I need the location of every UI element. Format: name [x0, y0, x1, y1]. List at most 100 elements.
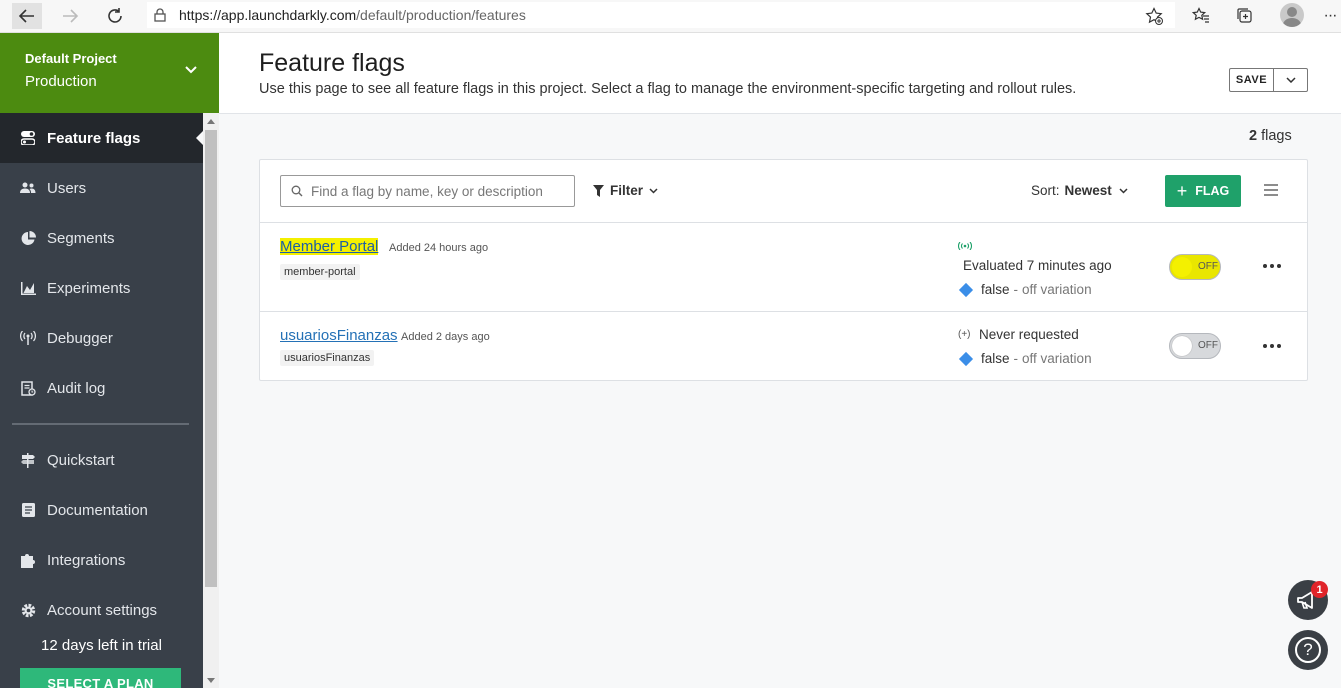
sidebar-item-label: Account settings: [47, 601, 158, 619]
page-description: Use this page to see all feature flags i…: [259, 81, 1077, 97]
save-options-button[interactable]: [1274, 69, 1307, 91]
toggle-knob: [1172, 336, 1192, 356]
sidebar-item-quickstart[interactable]: Quickstart: [0, 435, 203, 485]
page-header: Feature flags Use this page to see all f…: [219, 33, 1341, 114]
collections-icon[interactable]: [1233, 4, 1257, 28]
sidebar-item-label: Segments: [47, 229, 115, 247]
select-plan-button[interactable]: SELECT A PLAN: [20, 668, 181, 688]
sidebar-item-label: Integrations: [47, 551, 126, 569]
sidebar-item-account-settings[interactable]: Account settings: [0, 585, 203, 635]
flag-status: Evaluated 7 minutes ago: [963, 258, 1112, 273]
sidebar-scrollbar[interactable]: [203, 113, 219, 688]
flag-name-link[interactable]: Member Portal: [280, 238, 379, 255]
audit-log-icon: [20, 380, 36, 396]
help-icon: ?: [1295, 637, 1321, 663]
sidebar-item-label: Users: [47, 179, 87, 197]
sidebar-item-label: Debugger: [47, 329, 113, 347]
sidebar-item-debugger[interactable]: Debugger: [0, 313, 203, 363]
sidebar-item-users[interactable]: Users: [0, 163, 203, 213]
gear-icon: [20, 602, 36, 618]
flag-name-link[interactable]: usuariosFinanzas: [280, 327, 398, 344]
flag-row[interactable]: Member Portal Added 24 hours ago member-…: [260, 223, 1307, 312]
variation-separator: -: [1013, 282, 1019, 297]
more-options-icon[interactable]: ···: [1318, 4, 1341, 28]
search-input[interactable]: [311, 183, 561, 199]
flag-key: usuariosFinanzas: [280, 350, 375, 366]
chevron-down-icon: [185, 66, 197, 74]
flag-count-unit: flags: [1261, 128, 1292, 144]
flag-added-time: Added 2 days ago: [401, 331, 490, 343]
sidebar-item-experiments[interactable]: Experiments: [0, 263, 203, 313]
browser-toolbar: https://app.launchdarkly.com/default/pro…: [0, 0, 1341, 33]
never-requested-icon: (+): [958, 329, 971, 340]
variation-diamond-icon: [958, 351, 974, 366]
sidebar-item-audit-log[interactable]: Audit log: [0, 363, 203, 413]
profile-avatar[interactable]: [1280, 3, 1304, 27]
arrow-left-icon: [18, 9, 34, 23]
project-switcher[interactable]: Default Project Production: [0, 33, 219, 113]
help-button[interactable]: ?: [1288, 630, 1328, 670]
search-icon: [291, 185, 303, 197]
back-button[interactable]: [12, 3, 42, 29]
filter-label: Filter: [610, 183, 644, 198]
sidebar-divider: [12, 423, 189, 425]
filter-icon: [593, 184, 604, 197]
address-bar[interactable]: https://app.launchdarkly.com/default/pro…: [147, 2, 1175, 28]
notification-badge: 1: [1311, 581, 1328, 598]
variation-separator: -: [1013, 351, 1019, 366]
flag-toggle[interactable]: OFF: [1169, 254, 1221, 280]
signpost-icon: [20, 452, 36, 468]
trial-notice: 12 days left in trial: [41, 637, 162, 654]
scroll-down-arrow[interactable]: [207, 678, 215, 683]
search-box: [280, 175, 575, 207]
flag-more-options[interactable]: [1263, 264, 1281, 270]
scroll-up-arrow[interactable]: [207, 119, 215, 124]
variation-value: false: [981, 351, 1010, 366]
flags-panel: Filter Sort: Newest + FLAG Member Portal…: [259, 159, 1308, 381]
flag-row[interactable]: usuariosFinanzas Added 2 days ago usuari…: [260, 312, 1307, 380]
scroll-thumb[interactable]: [205, 130, 217, 587]
project-name: Default Project: [25, 51, 117, 66]
pie-chart-icon: [20, 230, 36, 246]
broadcast-icon: [20, 330, 36, 346]
flag-status: Never requested: [979, 327, 1079, 342]
list-view-menu-icon[interactable]: [1264, 184, 1278, 196]
plus-icon: +: [1176, 180, 1188, 201]
variation-description: off variation: [1022, 351, 1092, 366]
flag-added-time: Added 24 hours ago: [389, 242, 489, 254]
filter-button[interactable]: Filter: [593, 183, 658, 198]
sidebar-item-documentation[interactable]: Documentation: [0, 485, 203, 535]
sidebar-item-label: Audit log: [47, 379, 106, 397]
favorites-icon[interactable]: [1189, 4, 1213, 28]
reload-button[interactable]: [100, 3, 130, 29]
toggle-icon: [20, 130, 36, 146]
flag-toggle[interactable]: OFF: [1169, 333, 1221, 359]
url-host: https://app.launchdarkly.com: [179, 7, 357, 23]
sidebar-item-segments[interactable]: Segments: [0, 213, 203, 263]
flag-variation: false - off variation: [958, 351, 1092, 366]
document-icon: [20, 502, 36, 518]
sidebar-item-integrations[interactable]: Integrations: [0, 535, 203, 585]
sidebar-item-feature-flags[interactable]: Feature flags: [0, 113, 203, 163]
arrow-right-icon: [63, 9, 79, 23]
save-button[interactable]: SAVE: [1230, 69, 1274, 91]
flag-more-options[interactable]: [1263, 344, 1281, 350]
add-flag-button[interactable]: + FLAG: [1165, 175, 1241, 207]
sidebar-item-label: Quickstart: [47, 451, 115, 469]
flag-variation: false - off variation: [958, 282, 1092, 297]
url-text: https://app.launchdarkly.com/default/pro…: [173, 7, 526, 23]
puzzle-icon: [20, 552, 36, 568]
area-chart-icon: [20, 280, 36, 296]
sort-dropdown[interactable]: Sort: Newest: [1031, 183, 1128, 198]
users-icon: [20, 180, 36, 196]
toggle-label: OFF: [1198, 340, 1218, 351]
reload-icon: [108, 8, 122, 23]
flag-count-number: 2: [1249, 128, 1258, 144]
page-title: Feature flags: [259, 49, 405, 77]
add-flag-label: FLAG: [1195, 184, 1230, 198]
variation-diamond-icon: [958, 282, 974, 297]
toggle-label: OFF: [1198, 261, 1218, 272]
forward-button[interactable]: [55, 3, 85, 29]
add-favorite-icon[interactable]: [1142, 4, 1166, 28]
sort-label: Sort:: [1031, 183, 1060, 198]
